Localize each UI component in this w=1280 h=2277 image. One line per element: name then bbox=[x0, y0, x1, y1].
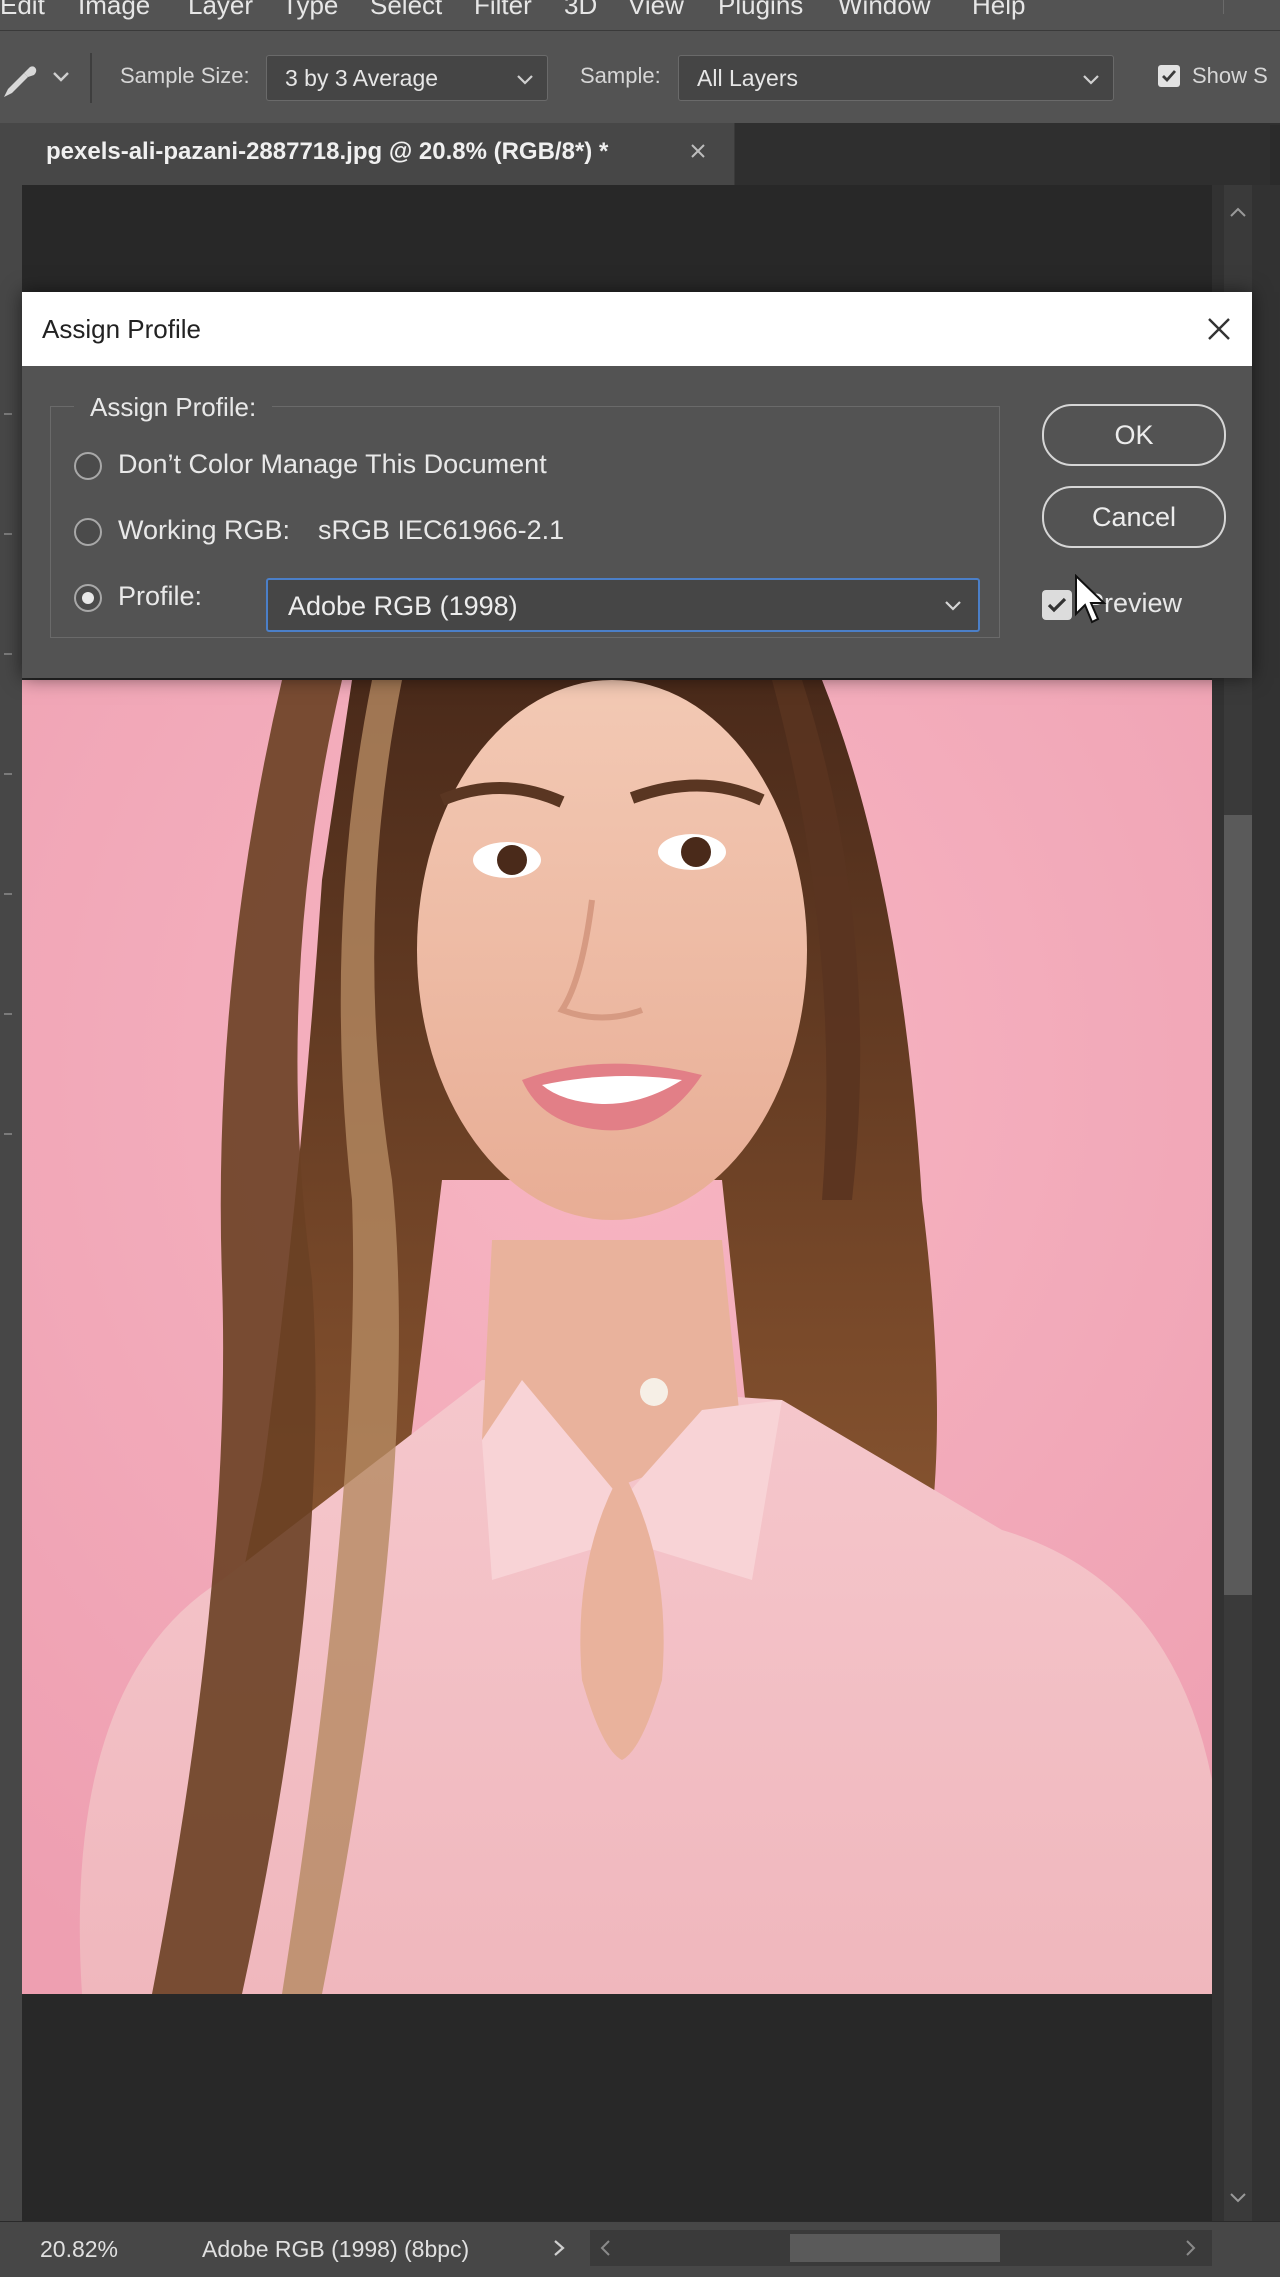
dont-color-manage-label[interactable]: Don’t Color Manage This Document bbox=[118, 449, 547, 480]
profile-select-value: Adobe RGB (1998) bbox=[288, 591, 518, 621]
chevron-right-icon[interactable] bbox=[548, 2237, 570, 2259]
menu-filter[interactable]: Filter bbox=[474, 0, 532, 21]
mouse-cursor-icon bbox=[1075, 574, 1107, 624]
scroll-right-icon[interactable] bbox=[1180, 2238, 1200, 2258]
assign-profile-dialog: Assign Profile Assign Profile: Don’t Col… bbox=[22, 292, 1252, 678]
menu-3d[interactable]: 3D bbox=[564, 0, 597, 21]
options-bar: Sample Size: 3 by 3 Average Sample: All … bbox=[0, 31, 1280, 125]
scrollbar-thumb[interactable] bbox=[1224, 815, 1252, 1595]
document-tab[interactable]: pexels-ali-pazani-2887718.jpg @ 20.8% (R… bbox=[22, 123, 735, 185]
eyedropper-icon[interactable] bbox=[0, 61, 40, 101]
sample-value: All Layers bbox=[697, 65, 798, 91]
menu-image[interactable]: Image bbox=[78, 0, 150, 21]
menu-view[interactable]: View bbox=[628, 0, 684, 21]
show-sampling-ring-label: Show S bbox=[1192, 63, 1268, 88]
toolbar-tick bbox=[4, 533, 12, 535]
toolbar-tick bbox=[4, 893, 12, 895]
cancel-button[interactable]: Cancel bbox=[1042, 486, 1226, 548]
minimize-button[interactable] bbox=[1223, 0, 1280, 14]
sample-label: Sample: bbox=[580, 63, 661, 88]
preview-checkbox[interactable] bbox=[1042, 590, 1072, 620]
document-info: Adobe RGB (1998) (8bpc) bbox=[202, 2236, 470, 2262]
menu-type[interactable]: Type bbox=[282, 0, 338, 21]
checkmark-icon bbox=[1047, 597, 1067, 613]
document-tab-strip: pexels-ali-pazani-2887718.jpg @ 20.8% (R… bbox=[22, 123, 1270, 185]
working-rgb-label[interactable]: Working RGB: bbox=[118, 515, 290, 546]
sample-select[interactable]: All Layers bbox=[678, 55, 1114, 101]
show-sampling-ring-checkbox[interactable] bbox=[1158, 65, 1180, 87]
sample-size-value: 3 by 3 Average bbox=[285, 65, 439, 91]
menu-plugins[interactable]: Plugins bbox=[718, 0, 803, 21]
dialog-title: Assign Profile bbox=[42, 314, 201, 344]
menu-select[interactable]: Select bbox=[370, 0, 442, 21]
menu-help[interactable]: Help bbox=[972, 0, 1025, 21]
zoom-level[interactable]: 20.82% bbox=[40, 2236, 118, 2263]
menu-layer[interactable]: Layer bbox=[188, 0, 253, 21]
portrait-image bbox=[22, 680, 1212, 1994]
sample-size-select[interactable]: 3 by 3 Average bbox=[266, 55, 548, 101]
chevron-down-icon bbox=[945, 601, 961, 611]
checkmark-icon bbox=[1162, 70, 1177, 83]
menu-bar: Edit Image Layer Type Select Filter 3D V… bbox=[0, 0, 1280, 31]
working-rgb-value: sRGB IEC61966-2.1 bbox=[318, 515, 565, 545]
profile-label[interactable]: Profile: bbox=[118, 581, 202, 612]
toolbar-tick bbox=[4, 1133, 12, 1135]
document-tab-title: pexels-ali-pazani-2887718.jpg @ 20.8% (R… bbox=[46, 138, 609, 165]
dialog-titlebar[interactable]: Assign Profile bbox=[22, 292, 1252, 366]
menu-window[interactable]: Window bbox=[838, 0, 930, 21]
toolbar-tick bbox=[4, 1013, 12, 1015]
working-rgb-radio[interactable] bbox=[74, 518, 102, 546]
horizontal-scrollbar[interactable] bbox=[590, 2230, 1212, 2266]
toolbar-tick bbox=[4, 653, 12, 655]
tool-preset-chevron-icon[interactable] bbox=[50, 65, 72, 87]
scrollbar-thumb[interactable] bbox=[790, 2234, 1000, 2262]
profile-select[interactable]: Adobe RGB (1998) bbox=[266, 578, 980, 632]
assign-profile-group-label: Assign Profile: bbox=[74, 392, 273, 423]
chevron-down-icon bbox=[517, 75, 533, 85]
toolbar-tick bbox=[4, 413, 12, 415]
scroll-down-icon[interactable] bbox=[1226, 2185, 1250, 2209]
close-icon[interactable] bbox=[1202, 312, 1236, 346]
close-tab-icon[interactable] bbox=[686, 139, 710, 163]
chevron-down-icon bbox=[1083, 75, 1099, 85]
sample-size-label: Sample Size: bbox=[120, 63, 250, 88]
scroll-left-icon[interactable] bbox=[596, 2238, 616, 2258]
scroll-up-icon[interactable] bbox=[1226, 201, 1250, 225]
menu-edit[interactable]: Edit bbox=[0, 0, 45, 21]
profile-radio[interactable] bbox=[74, 584, 102, 612]
document-photo[interactable] bbox=[22, 680, 1212, 1994]
toolbar-tick bbox=[4, 773, 12, 775]
dont-color-manage-radio[interactable] bbox=[74, 452, 102, 480]
status-bar: 20.82% Adobe RGB (1998) (8bpc) bbox=[0, 2221, 1280, 2277]
options-divider bbox=[90, 53, 92, 103]
toolbar-edge bbox=[0, 123, 22, 2223]
ok-button[interactable]: OK bbox=[1042, 404, 1226, 466]
